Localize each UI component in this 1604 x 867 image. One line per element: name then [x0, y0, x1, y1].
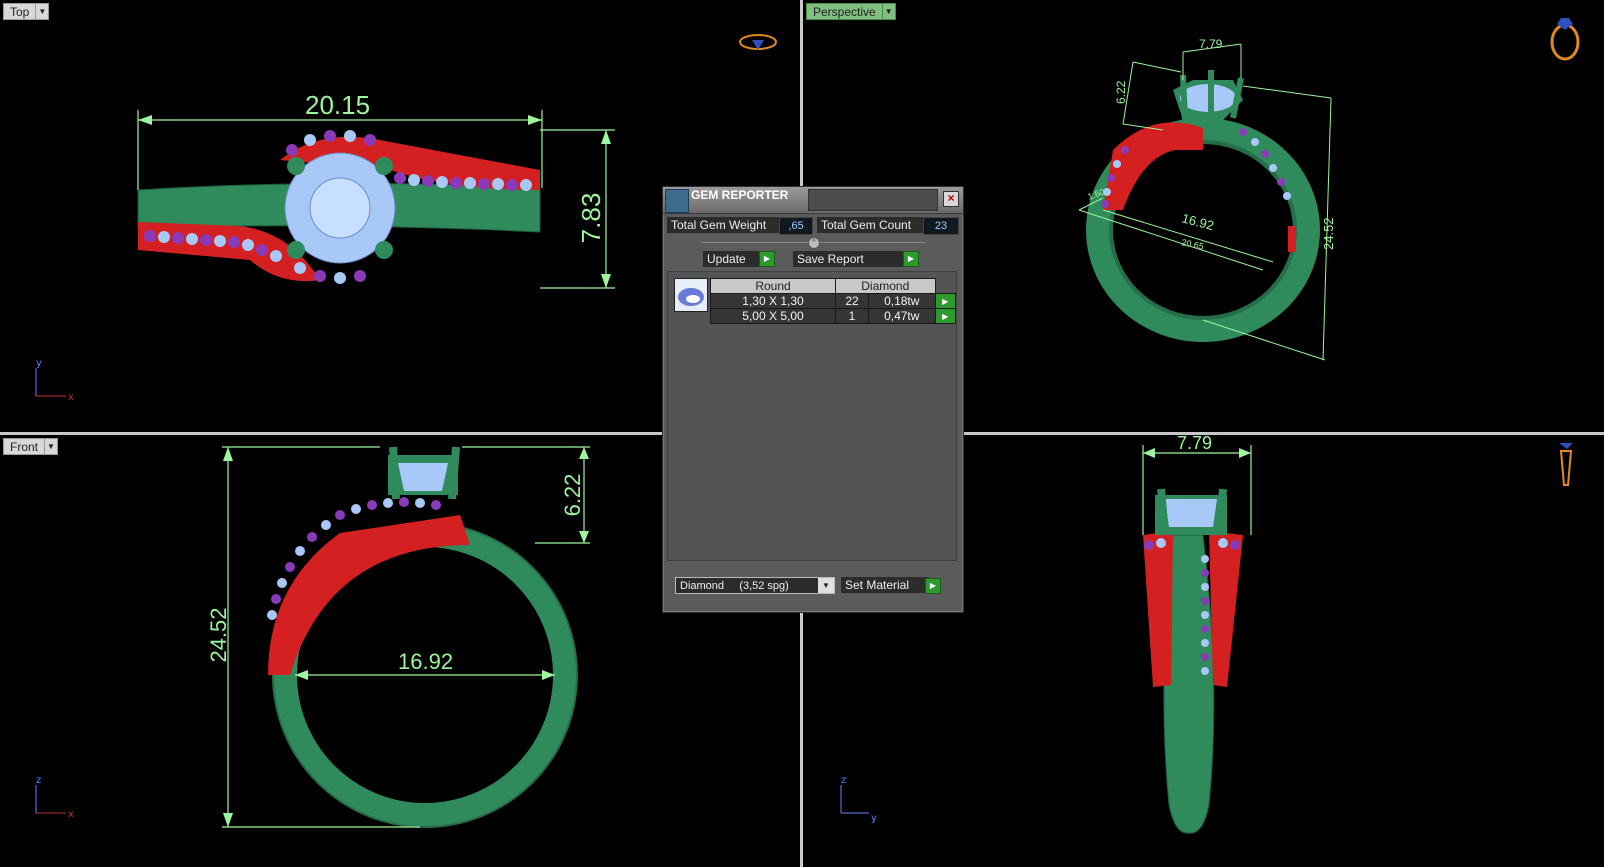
gem-weight: 0,47tw	[868, 308, 936, 324]
total-gem-count-value: 23	[923, 217, 959, 235]
gem-size: 1,30 X 1,30	[710, 293, 836, 309]
column-header-shape: Round	[710, 278, 836, 294]
viewport-top-label[interactable]: Top ▼	[3, 3, 50, 20]
total-gem-weight-value: ,65	[779, 217, 813, 235]
save-report-play-icon[interactable]: ▶	[903, 251, 919, 267]
total-gem-weight-label: Total Gem Weight	[667, 217, 779, 233]
dim-persp-inner2: 20.65	[1181, 237, 1205, 251]
dim-side-width: 7.79	[1177, 435, 1212, 453]
material-select[interactable]: Diamond (3,52 spg) ▼	[675, 577, 835, 594]
save-report-button[interactable]: Save Report	[793, 251, 905, 267]
viewport-perspective-label[interactable]: Perspective ▼	[806, 3, 896, 20]
table-row[interactable]: 5,00 X 5,00 1 0,47tw ▶	[710, 308, 956, 324]
gem-reporter-titlebar[interactable]: GEM REPORTER ×	[663, 187, 963, 214]
close-icon[interactable]: ×	[943, 191, 959, 207]
gem-reporter-panel: GEM REPORTER × Total Gem Weight ,65 Tota…	[662, 186, 964, 613]
table-row[interactable]: 1,30 X 1,30 22 0,18tw ▶	[710, 293, 956, 309]
dim-persp-height: 24.52	[1321, 217, 1336, 250]
dim-persp-left: 6.22	[1114, 80, 1128, 104]
dim-top-height: 7.83	[576, 193, 606, 244]
chevron-down-icon: ▼	[36, 3, 50, 20]
gem-weight: 0,18tw	[868, 293, 936, 309]
axis-z-label: z	[36, 775, 41, 786]
gem-count: 1	[835, 308, 869, 324]
chevron-down-icon: ▼	[882, 3, 896, 20]
round-gem-icon[interactable]	[674, 278, 708, 312]
column-header-material: Diamond	[835, 278, 936, 294]
ring-nav-icon[interactable]	[1559, 443, 1573, 486]
dim-persp-inner: 16.92	[1180, 210, 1215, 233]
axis-y-label: y	[36, 358, 42, 369]
total-gem-count-label: Total Gem Count	[817, 217, 925, 233]
chevron-down-icon: ▼	[45, 438, 59, 455]
axis-x-label: x	[68, 809, 74, 820]
gem-list[interactable]: Round Diamond 1,30 X 1,30 22 0,18tw ▶ 5,…	[667, 271, 957, 561]
set-material-play-icon[interactable]: ▶	[925, 578, 941, 594]
axis-y-label: y	[871, 813, 877, 824]
update-button[interactable]: Update	[703, 251, 761, 267]
gem-size: 5,00 X 5,00	[710, 308, 836, 324]
row-play-icon[interactable]: ▶	[934, 308, 956, 324]
chevron-down-icon[interactable]: ▼	[818, 578, 834, 593]
viewport-front-label[interactable]: Front ▼	[3, 438, 59, 455]
dim-front-height: 24.52	[206, 607, 231, 662]
ring-nav-icon[interactable]	[1550, 18, 1580, 61]
gem-count: 22	[835, 293, 869, 309]
gem-reporter-title: GEM REPORTER	[691, 188, 789, 202]
dim-front-prong: 6.22	[560, 474, 585, 517]
ring-nav-icon[interactable]	[739, 34, 777, 50]
axis-z-label: z	[841, 775, 846, 786]
gem-reporter-app-icon	[665, 189, 689, 213]
row-play-icon[interactable]: ▶	[934, 293, 956, 309]
set-material-button[interactable]: Set Material	[841, 577, 929, 593]
gem-table: Round Diamond 1,30 X 1,30 22 0,18tw ▶ 5,…	[710, 278, 956, 324]
dim-top-width: 20.15	[305, 90, 370, 120]
update-play-icon[interactable]: ▶	[759, 251, 775, 267]
axis-x-label: x	[68, 392, 74, 403]
dim-front-inner: 16.92	[398, 649, 453, 674]
collapse-icon[interactable]: ^	[808, 237, 820, 249]
dim-persp-top: 7.79	[1199, 37, 1223, 51]
